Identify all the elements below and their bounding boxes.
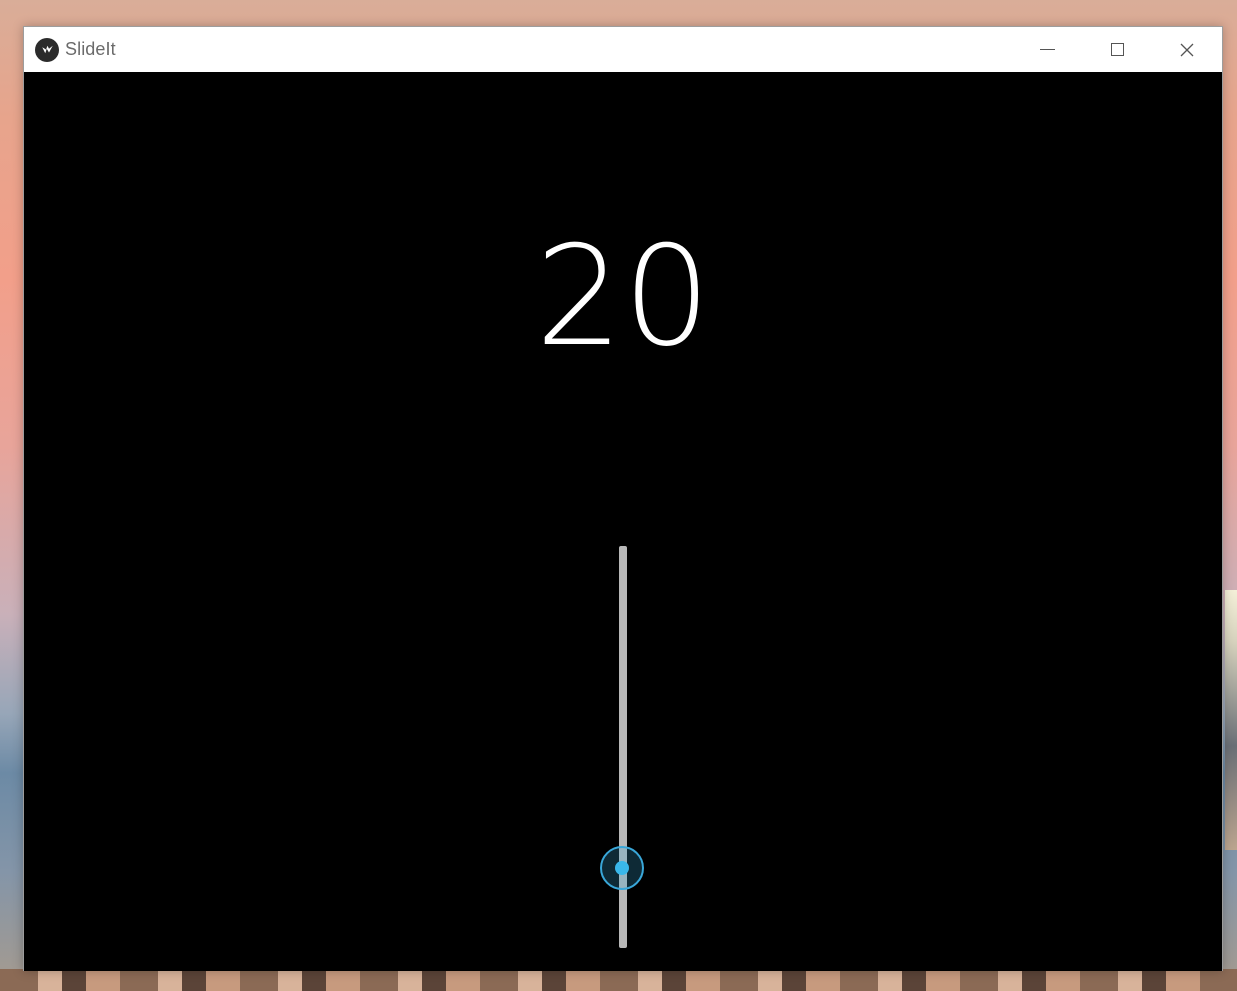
background-lamp bbox=[1225, 590, 1237, 850]
desktop-background: SlideIt 20 bbox=[0, 0, 1237, 991]
minimize-button[interactable] bbox=[1012, 27, 1082, 72]
close-icon bbox=[1180, 43, 1194, 56]
window-controls bbox=[1012, 27, 1222, 72]
slider-value-label: 20 bbox=[535, 216, 711, 377]
title-bar[interactable]: SlideIt bbox=[24, 27, 1222, 72]
kivy-logo-icon bbox=[35, 37, 59, 62]
close-button[interactable] bbox=[1152, 27, 1222, 72]
app-content: 20 bbox=[24, 72, 1222, 971]
slider-thumb[interactable] bbox=[600, 845, 644, 890]
maximize-button[interactable] bbox=[1082, 27, 1152, 72]
app-window: SlideIt 20 bbox=[23, 26, 1223, 971]
window-title: SlideIt bbox=[65, 39, 116, 59]
minimize-icon bbox=[1039, 49, 1055, 50]
background-pier bbox=[0, 969, 1237, 991]
maximize-icon bbox=[1110, 43, 1124, 56]
